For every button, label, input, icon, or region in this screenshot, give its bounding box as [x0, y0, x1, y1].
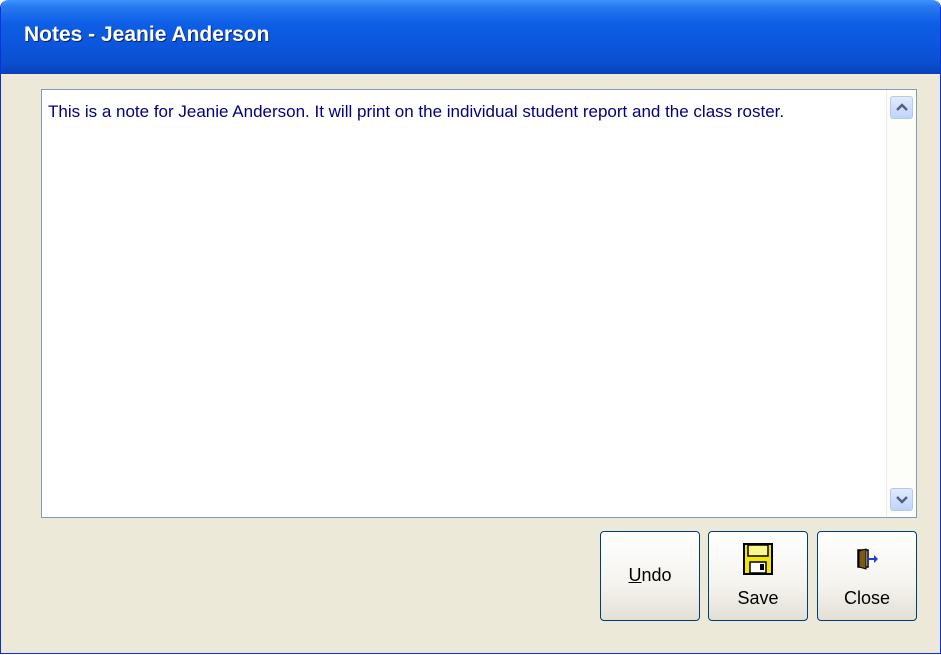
door-exit-icon — [857, 548, 878, 570]
note-text[interactable]: This is a note for Jeanie Anderson. It w… — [48, 98, 886, 126]
undo-button-label: Undo — [628, 565, 672, 585]
scroll-down-button[interactable] — [890, 488, 913, 511]
close-button-label: Close — [843, 588, 891, 608]
note-textarea[interactable]: This is a note for Jeanie Anderson. It w… — [41, 89, 917, 518]
floppy-disk-icon — [743, 543, 773, 575]
notes-window: Notes - Jeanie Anderson This is a note f… — [0, 0, 941, 654]
window-client-area: This is a note for Jeanie Anderson. It w… — [1, 74, 940, 653]
undo-button[interactable]: Undo — [600, 531, 700, 621]
close-button[interactable]: Close — [817, 531, 917, 621]
save-button[interactable]: Save — [708, 531, 808, 621]
chevron-up-icon — [896, 103, 908, 111]
vertical-scrollbar[interactable] — [886, 90, 916, 517]
save-button-label: Save — [737, 588, 779, 608]
title-bar[interactable]: Notes - Jeanie Anderson — [1, 0, 940, 74]
scroll-up-button[interactable] — [890, 96, 913, 119]
window-title: Notes - Jeanie Anderson — [24, 23, 270, 46]
chevron-down-icon — [896, 496, 908, 504]
